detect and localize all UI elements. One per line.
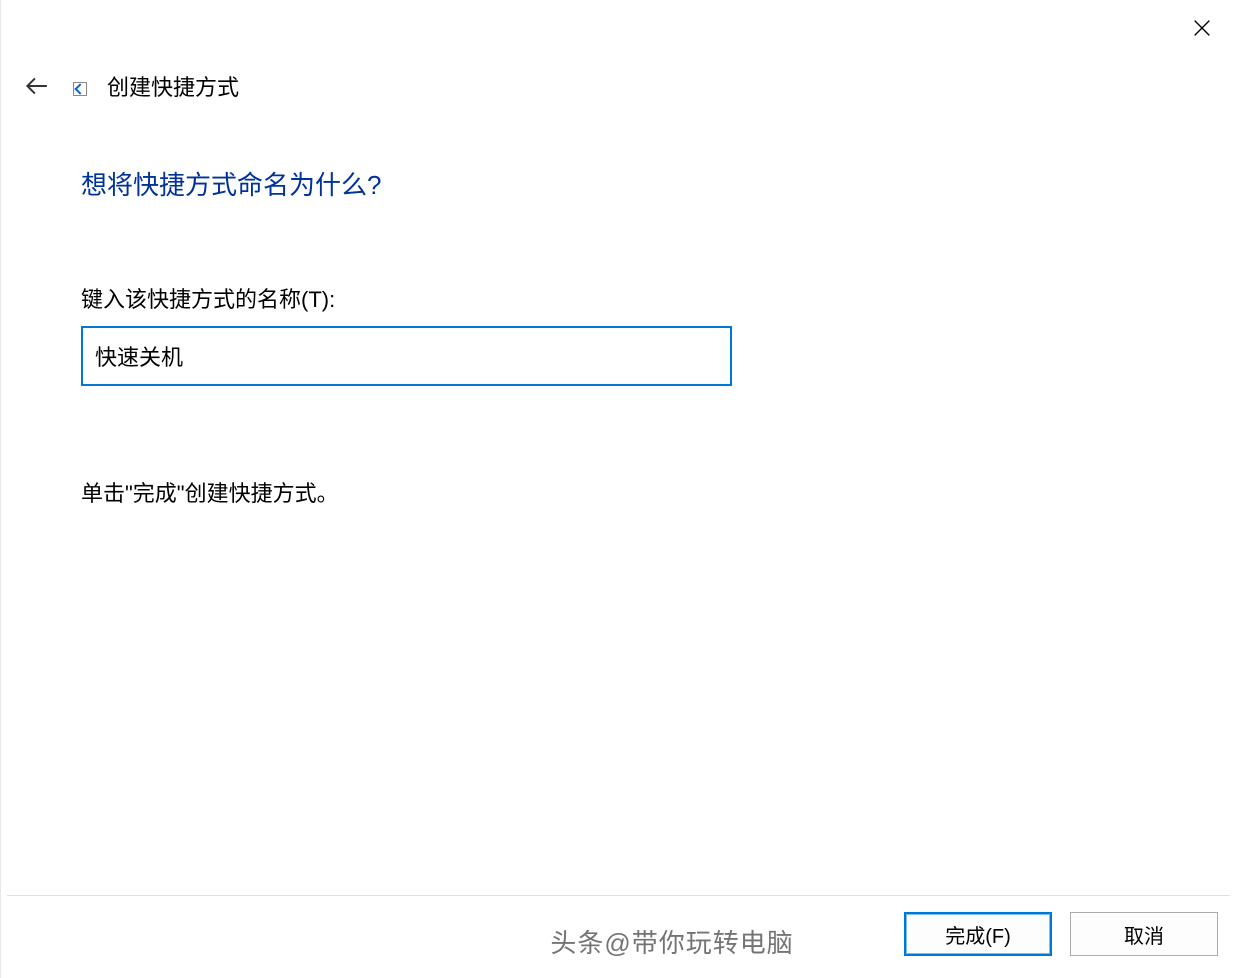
shortcut-icon	[73, 82, 87, 96]
instruction-text: 单击"完成"创建快捷方式。	[81, 476, 1156, 508]
create-shortcut-wizard: 创建快捷方式 想将快捷方式命名为什么? 键入该快捷方式的名称(T): 单击"完成…	[0, 0, 1236, 978]
shortcut-name-input[interactable]	[81, 326, 732, 386]
footer-divider	[7, 895, 1230, 896]
finish-button[interactable]: 完成(F)	[904, 912, 1052, 956]
name-field-label: 键入该快捷方式的名称(T):	[81, 282, 1156, 314]
wizard-content: 想将快捷方式命名为什么? 键入该快捷方式的名称(T): 单击"完成"创建快捷方式…	[81, 165, 1156, 508]
close-icon	[1191, 17, 1213, 39]
wizard-title: 创建快捷方式	[107, 70, 239, 102]
watermark-text: 头条@带你玩转电脑	[550, 923, 793, 960]
close-button[interactable]	[1186, 12, 1218, 44]
back-arrow-icon	[23, 73, 49, 99]
question-heading: 想将快捷方式命名为什么?	[81, 165, 1156, 202]
wizard-header: 创建快捷方式	[23, 70, 239, 102]
cancel-button[interactable]: 取消	[1070, 912, 1218, 956]
back-button[interactable]	[23, 73, 49, 99]
wizard-footer: 完成(F) 取消	[904, 912, 1218, 956]
